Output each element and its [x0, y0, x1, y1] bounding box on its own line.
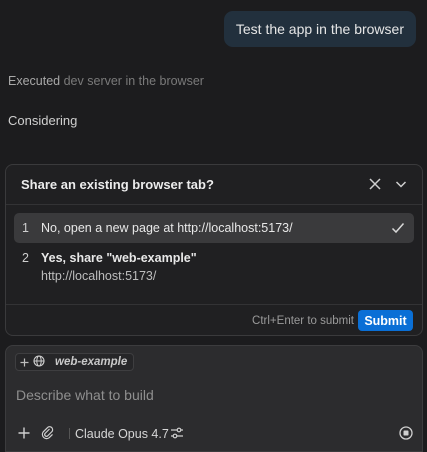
option-new-page[interactable]: 1 No, open a new page at http://localhos… [14, 213, 414, 243]
option-share-tab[interactable]: 2 Yes, share "web-example" http://localh… [14, 249, 414, 289]
toolbar-divider [69, 428, 70, 439]
plus-icon[interactable] [20, 355, 29, 370]
executed-detail: dev server in the browser [63, 74, 204, 88]
close-icon[interactable] [367, 176, 383, 192]
settings-sliders-icon[interactable] [169, 425, 185, 441]
considering-status: Considering [8, 113, 78, 128]
option-number: 2 [22, 251, 29, 265]
prompt-input[interactable] [16, 384, 411, 406]
app-root: Test the app in the browser Executed dev… [0, 0, 427, 452]
executed-status[interactable]: Executed dev server in the browser [8, 74, 204, 88]
context-chip-label: web-example [55, 356, 128, 368]
composer-toolbar: Claude Opus 4.7 [6, 421, 422, 445]
add-plus-icon[interactable] [16, 425, 32, 441]
option-label: Yes, share "web-example" [41, 251, 197, 265]
dialog-title: Share an existing browser tab? [21, 177, 214, 192]
user-message-text: Test the app in the browser [235, 21, 404, 37]
user-message-bubble: Test the app in the browser [223, 11, 416, 47]
chevron-down-icon[interactable] [393, 176, 409, 192]
model-selector[interactable]: Claude Opus 4.7 [75, 427, 169, 441]
option-label: No, open a new page at http://localhost:… [41, 221, 293, 235]
attach-icon[interactable] [40, 425, 56, 441]
globe-icon [33, 354, 45, 370]
executed-prefix: Executed [8, 74, 61, 88]
context-chip[interactable]: web-example [15, 353, 135, 371]
dialog-header: Share an existing browser tab? [6, 165, 422, 205]
dialog-footer: Ctrl+Enter to submit Submit [6, 304, 422, 335]
shortcut-hint: Ctrl+Enter to submit [252, 315, 354, 327]
option-number: 1 [22, 221, 29, 235]
stop-icon[interactable] [398, 425, 414, 441]
check-icon [391, 221, 405, 235]
option-sublabel: http://localhost:5173/ [41, 269, 157, 283]
composer: web-example Claude Opus 4.7 [5, 345, 423, 452]
submit-button[interactable]: Submit [358, 310, 413, 331]
share-tab-dialog: Share an existing browser tab? 1 No, ope… [5, 164, 423, 336]
